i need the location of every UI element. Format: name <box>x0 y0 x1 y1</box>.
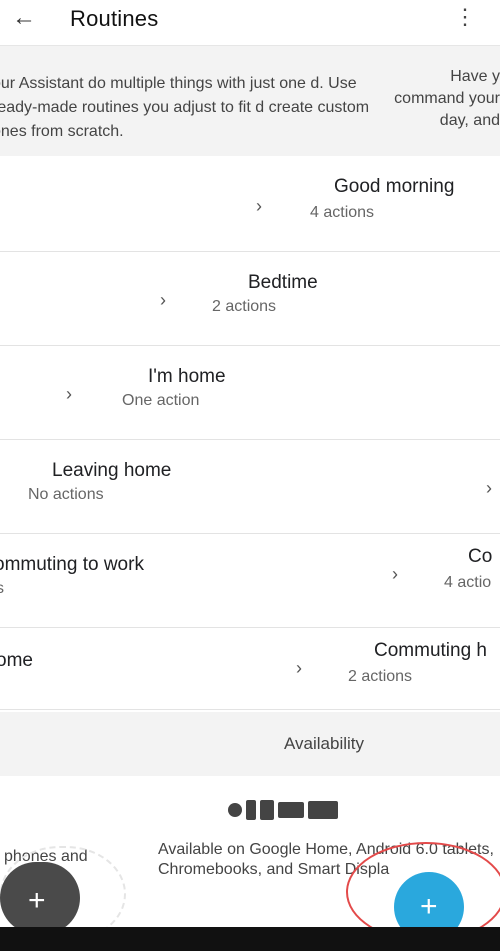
device-icons <box>228 800 338 820</box>
routine-title: Leaving home <box>52 460 172 481</box>
phone-icon <box>246 800 256 820</box>
routine-actions: 2 actions <box>212 298 277 315</box>
routine-title: Bedtime <box>248 272 318 293</box>
routine-row-commuting-to-work[interactable]: ommuting to work s › Co 4 actio <box>0 534 500 628</box>
routine-row-commuting-home[interactable]: ome › Commuting h 2 actions <box>0 628 500 710</box>
intro-text-right: Have y command your day, and <box>394 68 500 129</box>
availability-label: Availability <box>284 734 365 753</box>
routine-title-ghost: ome <box>0 650 33 671</box>
routine-row-leaving-home[interactable]: Leaving home No actions › <box>0 440 500 534</box>
speaker-icon <box>228 803 242 817</box>
plus-icon: + <box>420 890 438 923</box>
chevron-right-icon: › <box>160 290 166 310</box>
chevron-right-icon: › <box>296 658 302 678</box>
more-vert-icon[interactable]: ⋮ <box>454 6 476 30</box>
routine-actions: 4 actions <box>310 204 375 221</box>
routine-title: Commuting h <box>374 640 487 661</box>
routine-title-ghost: Co <box>468 546 493 567</box>
top-app-bar: ← Routines ⋮ <box>0 0 500 46</box>
routine-row-good-morning[interactable]: › Good morning 4 actions <box>0 158 500 252</box>
routine-actions-ghost: 4 actio <box>444 574 492 591</box>
chevron-right-icon: › <box>66 384 72 404</box>
availability-header: Availability <box>0 712 500 776</box>
intro-section: our Assistant do multiple things with ju… <box>0 46 500 156</box>
routine-title: ommuting to work <box>0 554 144 575</box>
routine-actions: One action <box>122 392 200 409</box>
chevron-right-icon: › <box>486 478 492 498</box>
nav-bar <box>0 927 500 951</box>
routine-row-bedtime[interactable]: › Bedtime 2 actions <box>0 252 500 346</box>
routine-row-im-home[interactable]: › I'm home One action <box>0 346 500 440</box>
tablet-icon <box>260 800 274 820</box>
routine-title: Good morning <box>334 176 455 197</box>
smart-display-icon <box>308 801 338 819</box>
routine-actions: s <box>0 580 4 597</box>
routine-actions: 2 actions <box>348 668 413 685</box>
intro-text-left: our Assistant do multiple things with ju… <box>0 75 370 140</box>
routine-title: I'm home <box>148 366 226 387</box>
page-title: Routines <box>70 6 159 31</box>
plus-icon: + <box>28 884 46 917</box>
routine-actions: No actions <box>28 486 104 503</box>
laptop-icon <box>278 802 304 818</box>
chevron-right-icon: › <box>392 564 398 584</box>
arrow-left-icon[interactable]: ← <box>12 6 42 30</box>
chevron-right-icon: › <box>256 196 262 216</box>
